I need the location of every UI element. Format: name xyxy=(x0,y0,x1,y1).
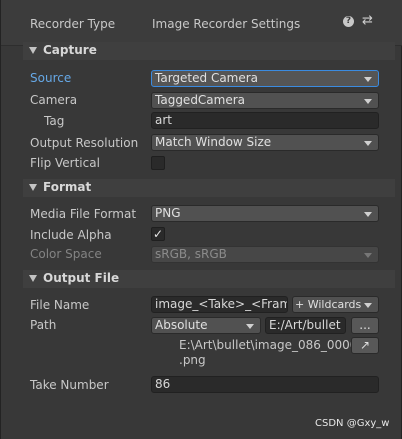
dropdown-arrow-icon xyxy=(364,77,372,82)
recorder-type-header: Recorder Type Image Recorder Settings ? … xyxy=(1,0,402,46)
recorder-type-value: Image Recorder Settings xyxy=(152,17,301,31)
capture-section-header[interactable]: Capture xyxy=(23,42,395,60)
capture-section-title: Capture xyxy=(43,43,97,57)
path-field[interactable]: E:/Art/bullet xyxy=(265,317,346,334)
path-label: Path xyxy=(30,318,57,332)
resolved-path-line2: .png xyxy=(179,353,206,367)
path-type-value: Absolute xyxy=(155,318,208,332)
include-alpha-label: Include Alpha xyxy=(30,228,112,242)
source-label: Source xyxy=(30,71,72,85)
resolved-path-line1: E:\Art\bullet\image_086_0000 xyxy=(179,338,358,352)
media-file-format-dropdown[interactable]: PNG xyxy=(151,205,379,222)
color-space-value: sRGB, sRGB xyxy=(155,247,227,261)
path-type-dropdown[interactable]: Absolute xyxy=(151,317,261,334)
color-space-dropdown: sRGB, sRGB xyxy=(151,246,379,263)
collapse-triangle-icon xyxy=(29,184,37,191)
output-file-section-title: Output File xyxy=(43,271,120,285)
camera-dropdown[interactable]: TaggedCamera xyxy=(151,92,379,109)
source-dropdown-value: Targeted Camera xyxy=(155,71,259,85)
recorder-type-label: Recorder Type xyxy=(30,17,116,31)
dropdown-arrow-icon xyxy=(364,212,372,217)
dropdown-arrow-icon xyxy=(364,141,372,146)
collapse-triangle-icon xyxy=(29,47,37,54)
tag-label: Tag xyxy=(44,114,65,128)
color-space-label: Color Space xyxy=(30,247,102,261)
dropdown-arrow-icon xyxy=(364,253,372,258)
output-file-section-header[interactable]: Output File xyxy=(23,270,395,288)
output-resolution-value: Match Window Size xyxy=(155,135,272,149)
settings-icon[interactable]: ⇄ xyxy=(362,13,373,28)
camera-label: Camera xyxy=(30,93,78,107)
dropdown-arrow-icon xyxy=(364,303,372,308)
source-dropdown[interactable]: Targeted Camera xyxy=(151,70,379,87)
file-name-label: File Name xyxy=(30,298,90,312)
file-name-field[interactable]: image_<Take>_<Frame> xyxy=(151,296,288,313)
tag-field[interactable]: art xyxy=(151,112,379,129)
media-file-format-value: PNG xyxy=(155,206,181,220)
format-section-title: Format xyxy=(43,180,92,194)
open-folder-button[interactable]: ↗ xyxy=(351,337,379,354)
wildcards-dropdown[interactable]: + Wildcards xyxy=(292,296,379,313)
flip-vertical-checkbox[interactable] xyxy=(151,156,165,170)
take-number-label: Take Number xyxy=(30,378,109,392)
output-resolution-label: Output Resolution xyxy=(30,136,139,150)
camera-dropdown-value: TaggedCamera xyxy=(155,93,246,107)
include-alpha-checkbox[interactable]: ✓ xyxy=(151,227,165,241)
output-resolution-dropdown[interactable]: Match Window Size xyxy=(151,134,379,151)
recorder-settings-panel: Recorder Type Image Recorder Settings ? … xyxy=(0,0,402,439)
media-file-format-label: Media File Format xyxy=(30,207,137,221)
watermark: CSDN @Gxy_w xyxy=(315,418,390,429)
dropdown-arrow-icon xyxy=(364,99,372,104)
dropdown-arrow-icon xyxy=(246,324,254,329)
take-number-field[interactable]: 86 xyxy=(151,376,379,393)
help-icon[interactable]: ? xyxy=(343,16,354,27)
collapse-triangle-icon xyxy=(29,275,37,282)
open-folder-icon: ↗ xyxy=(359,338,371,352)
flip-vertical-label: Flip Vertical xyxy=(30,156,100,170)
format-section-header[interactable]: Format xyxy=(23,179,395,197)
wildcards-label: + Wildcards xyxy=(295,298,362,311)
browse-button[interactable]: ... xyxy=(351,317,379,334)
